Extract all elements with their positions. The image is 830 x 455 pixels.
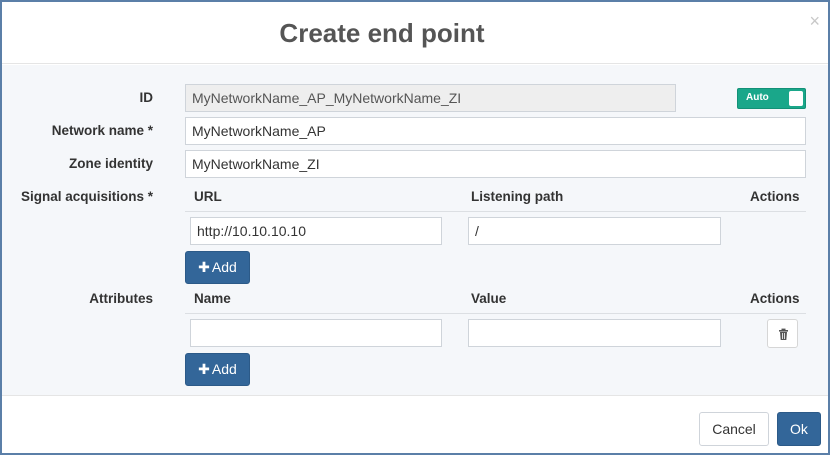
cancel-button[interactable]: Cancel <box>699 412 769 446</box>
listening-path-column-header: Listening path <box>471 189 564 204</box>
actions-column-header: Actions <box>750 189 800 204</box>
dialog-body: ID MyNetworkName_AP_MyNetworkName_ZI Aut… <box>2 65 828 395</box>
zone-identity-label: Zone identity <box>69 156 153 171</box>
ok-button[interactable]: Ok <box>777 412 821 446</box>
id-label: ID <box>139 90 154 105</box>
add-button-label: Add <box>211 361 237 377</box>
zone-identity-input[interactable]: MyNetworkName_ZI <box>185 150 806 178</box>
value-column-header: Value <box>471 291 507 306</box>
create-end-point-dialog: Create end point × ID MyNetworkName_AP_M… <box>0 0 830 455</box>
dialog-title: Create end point <box>279 18 485 48</box>
attribute-name-input[interactable] <box>190 319 442 347</box>
name-column-header: Name <box>194 291 231 306</box>
listening-path-input[interactable]: / <box>468 217 721 245</box>
plus-icon: ✚ <box>198 361 210 377</box>
attribute-value-input[interactable] <box>468 319 721 347</box>
auto-toggle-label: Auto <box>746 92 769 103</box>
add-attribute-button[interactable]: ✚ Add <box>185 353 250 386</box>
plus-icon: ✚ <box>198 259 210 275</box>
table-header-divider <box>185 211 806 212</box>
toggle-knob <box>789 91 803 106</box>
network-name-label: Network name * <box>51 123 153 138</box>
network-name-input[interactable]: MyNetworkName_AP <box>185 117 806 145</box>
trash-icon <box>779 328 788 340</box>
dialog-footer: Cancel Ok <box>2 395 828 453</box>
delete-attribute-button[interactable] <box>767 319 798 348</box>
url-column-header: URL <box>194 189 222 204</box>
auto-toggle[interactable]: Auto <box>737 88 806 109</box>
add-button-label: Add <box>211 259 237 275</box>
actions-column-header: Actions <box>750 291 800 306</box>
dialog-header: Create end point × <box>2 2 828 64</box>
id-field: MyNetworkName_AP_MyNetworkName_ZI <box>185 84 676 112</box>
url-input[interactable]: http://10.10.10.10 <box>190 217 442 245</box>
close-icon[interactable]: × <box>809 12 820 30</box>
table-header-divider <box>185 313 806 314</box>
attributes-label: Attributes <box>89 291 153 306</box>
add-signal-acquisition-button[interactable]: ✚ Add <box>185 251 250 284</box>
signal-acquisitions-label: Signal acquisitions * <box>20 189 153 204</box>
